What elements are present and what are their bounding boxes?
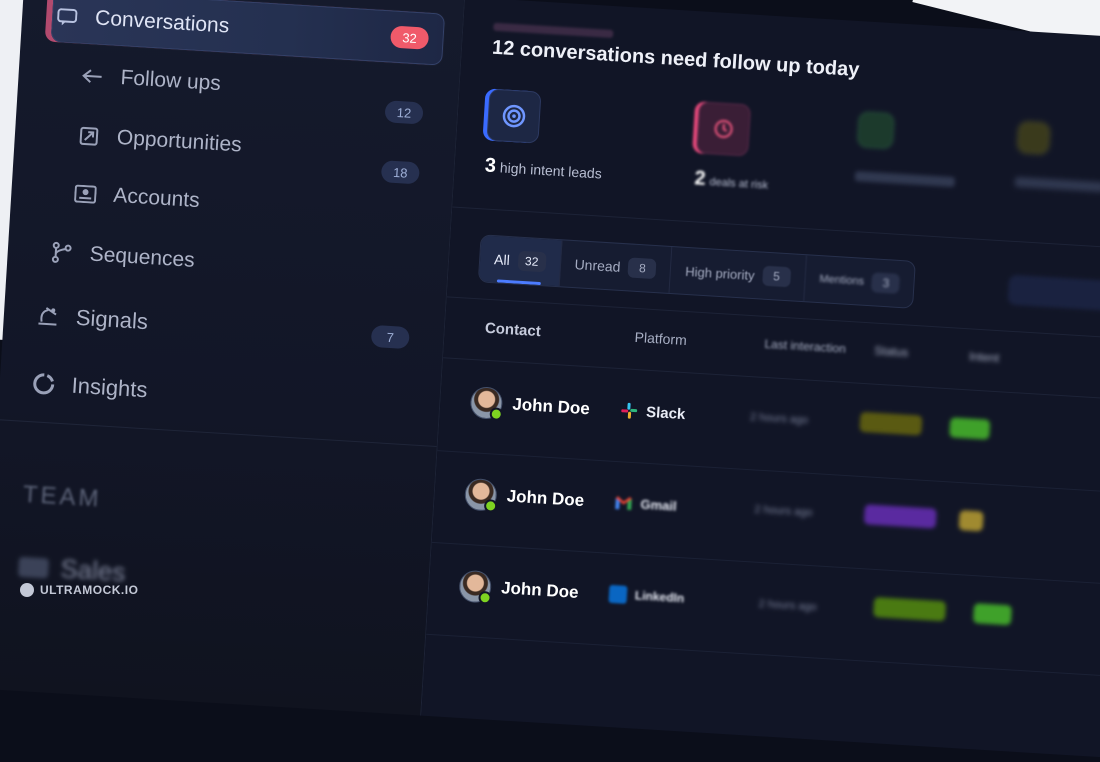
sidebar-item-accounts[interactable]: Accounts: [70, 171, 432, 237]
tab-label: Mentions: [819, 273, 865, 288]
sidebar-item-label: Accounts: [112, 183, 201, 213]
tab-high-priority[interactable]: High priority 5: [669, 247, 807, 302]
tab-label: All: [493, 251, 511, 269]
column-header[interactable]: Intent: [969, 349, 1000, 365]
tab-count: 32: [517, 250, 547, 273]
tab-count: 3: [871, 272, 901, 294]
count-badge: 7: [370, 324, 410, 350]
main-panel: 12 conversations need follow up today 3h…: [421, 0, 1100, 760]
contact-name: John Doe: [506, 486, 585, 511]
avatar: [458, 569, 493, 605]
opportunity-icon: [74, 121, 104, 151]
watermark: ULTRAMOCK.IO: [20, 583, 138, 597]
linkedin-icon: [608, 585, 628, 604]
folder-icon: [1016, 120, 1051, 155]
sidebar-item-sequences[interactable]: Sequences: [46, 230, 428, 297]
tab-all[interactable]: All 32: [478, 235, 563, 287]
sidebar-item-label: Signals: [75, 304, 149, 335]
sort-button[interactable]: [1007, 274, 1100, 312]
online-indicator: [483, 499, 498, 513]
reply-icon: [78, 61, 108, 91]
contact-name: John Doe: [511, 394, 591, 419]
status-chip: [873, 597, 947, 622]
platform-cell: Gmail: [614, 493, 677, 515]
unread-badge: 32: [389, 25, 430, 50]
stat-high-intent[interactable]: 3 high intent leads: [484, 88, 689, 190]
id-card-icon: [71, 179, 101, 209]
sidebar-item-label: Follow ups: [119, 66, 222, 96]
stat-tile-4[interactable]: [1014, 120, 1100, 199]
column-header[interactable]: Contact: [484, 320, 541, 340]
tab-count: 8: [627, 257, 658, 280]
signal-icon: [33, 301, 63, 331]
status-chip: [859, 411, 923, 436]
growth-icon: [856, 111, 895, 150]
column-header[interactable]: Status: [874, 344, 909, 360]
platform-name: Gmail: [640, 496, 678, 514]
target-icon: [486, 88, 542, 144]
intent-chip: [949, 417, 991, 440]
sidebar-item-opportunities[interactable]: Opportunities 18: [74, 113, 436, 185]
intent-chip: [958, 510, 984, 532]
contact-name: John Doe: [500, 578, 580, 602]
slack-icon: [620, 401, 639, 420]
page-headline: 12 conversations need follow up today: [491, 36, 860, 82]
sidebar-item-label: Insights: [70, 372, 149, 403]
stats-row: 3 high intent leads 2 deals at risk: [452, 76, 1100, 252]
intent-chip: [972, 603, 1013, 626]
stat-value: 3 high intent leads: [484, 154, 603, 182]
platform-name: LinkedIn: [634, 588, 685, 606]
online-indicator: [478, 590, 492, 605]
last-interaction: 2 hours ago: [754, 503, 813, 520]
clock-icon: [696, 101, 752, 157]
platform-cell: LinkedIn: [608, 585, 685, 608]
donut-icon: [29, 369, 59, 399]
team-section-label: TEAM: [22, 480, 103, 513]
tab-count: 5: [761, 265, 792, 288]
status-chip: [863, 504, 937, 529]
contact-cell: John Doe: [458, 569, 580, 609]
sidebar-item-label: Conversations: [94, 6, 230, 38]
date-label: [493, 22, 614, 39]
tab-unread[interactable]: Unread 8: [559, 240, 673, 293]
gmail-icon: [614, 493, 633, 512]
sidebar-item-label: Opportunities: [116, 125, 243, 157]
count-badge: 12: [384, 100, 424, 125]
platform-cell: Slack: [620, 401, 686, 423]
avatar: [463, 477, 498, 513]
tab-label: High priority: [684, 263, 756, 283]
count-badge: 18: [380, 160, 420, 185]
column-header[interactable]: Last interaction: [764, 337, 846, 356]
sidebar-item-follow-ups[interactable]: Follow ups 12: [77, 54, 439, 125]
globe-icon: [20, 583, 34, 597]
chat-icon: [52, 2, 82, 32]
last-interaction: 2 hours ago: [749, 411, 809, 427]
app-window: Conversations 32 Follow ups 12 Opportuni…: [0, 0, 1100, 760]
contact-cell: John Doe: [463, 477, 585, 517]
last-interaction: 2 hours ago: [758, 597, 818, 614]
watermark-text: ULTRAMOCK.IO: [40, 583, 139, 597]
avatar: [469, 386, 504, 421]
sidebar-item-signals[interactable]: Signals 7: [33, 293, 425, 361]
branch-icon: [47, 238, 77, 268]
platform-name: Slack: [645, 403, 686, 423]
column-header[interactable]: Platform: [634, 329, 687, 348]
team-icon: [17, 556, 50, 579]
contact-cell: John Doe: [469, 386, 590, 425]
online-indicator: [489, 407, 504, 421]
filter-tabs: All 32 Unread 8 High priority 5 Mentions…: [477, 234, 917, 309]
tab-label: Unread: [574, 256, 621, 275]
sidebar: Conversations 32 Follow ups 12 Opportuni…: [0, 0, 466, 716]
sidebar-item-label: Sequences: [89, 242, 196, 272]
tab-mentions[interactable]: Mentions 3: [804, 255, 915, 308]
sidebar-item-insights[interactable]: Insights: [28, 361, 420, 429]
